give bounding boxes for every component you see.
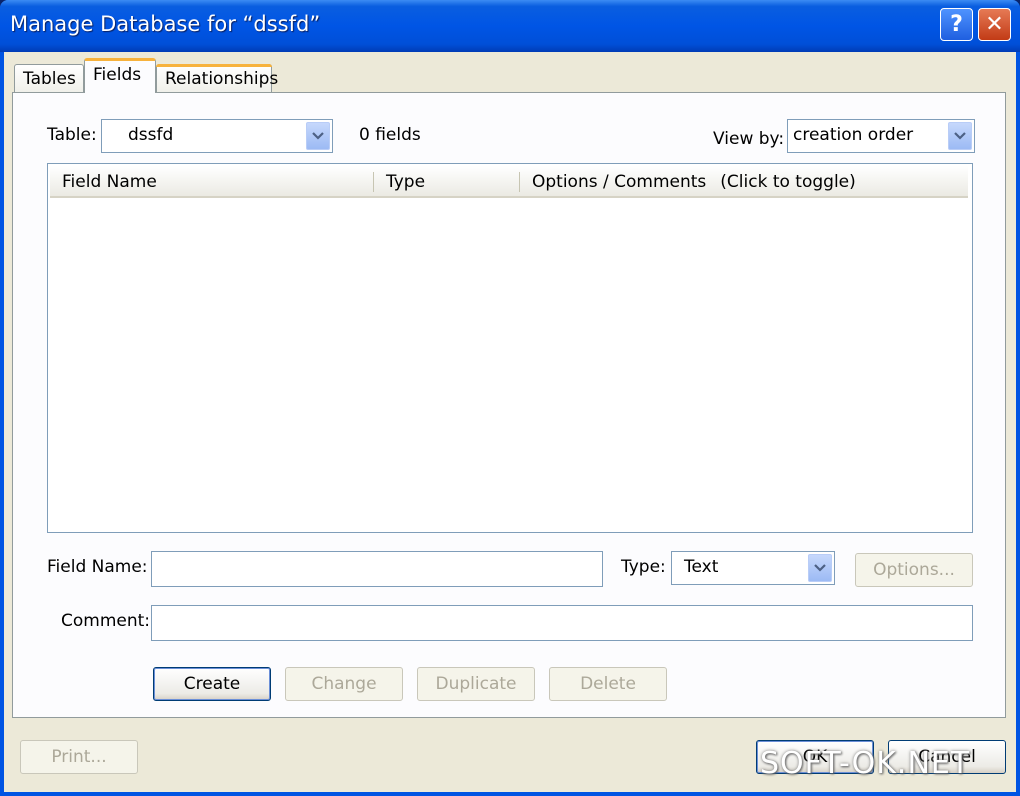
options-button[interactable]: Options... (855, 553, 973, 587)
title-bar[interactable]: Manage Database for “dssfd” ? ✕ (0, 0, 1020, 52)
tab-tables[interactable]: Tables (14, 64, 84, 92)
delete-button[interactable]: Delete (549, 667, 667, 701)
column-header-options-comments[interactable]: Options / Comments (Click to toggle) (520, 166, 968, 198)
field-name-label: Field Name: (47, 557, 148, 577)
column-header-label: Options / Comments (532, 172, 707, 192)
close-icon: ✕ (985, 12, 1004, 37)
column-header-type[interactable]: Type (374, 166, 520, 198)
tab-relationships[interactable]: Relationships (156, 64, 278, 92)
view-by-select[interactable]: creation order (787, 119, 975, 153)
chevron-down-icon[interactable] (808, 554, 832, 582)
view-by-label: View by: (713, 129, 785, 149)
comment-label: Comment: (61, 611, 151, 631)
column-header-label: Field Name (62, 172, 157, 192)
print-button[interactable]: Print... (20, 740, 138, 774)
watermark-text: SOFT-OK.NET (760, 746, 971, 781)
table-select[interactable]: dssfd (101, 119, 333, 153)
change-button[interactable]: Change (285, 667, 403, 701)
close-button[interactable]: ✕ (978, 8, 1011, 41)
table-label: Table: (47, 125, 97, 145)
window-title: Manage Database for “dssfd” (10, 12, 321, 36)
comment-input[interactable] (151, 605, 973, 641)
toggle-hint: (Click to toggle) (720, 172, 856, 192)
table-select-value: dssfd (128, 125, 174, 145)
duplicate-button[interactable]: Duplicate (417, 667, 535, 701)
type-select-value: Text (684, 557, 719, 577)
tab-fields[interactable]: Fields (84, 58, 156, 93)
dialog-window: Manage Database for “dssfd” ? ✕ Tables F… (0, 0, 1020, 796)
fields-tab-panel: Table: dssfd 0 fields View by: creation … (12, 92, 1006, 718)
dialog-client: Tables Fields Relationships Table: dssfd… (4, 52, 1016, 792)
type-label: Type: (621, 557, 666, 577)
chevron-down-icon[interactable] (306, 122, 330, 150)
help-icon: ? (950, 12, 963, 37)
view-by-value: creation order (793, 125, 914, 145)
column-header-field-name[interactable]: Field Name (50, 166, 374, 198)
create-button[interactable]: Create (153, 667, 271, 701)
field-name-input[interactable] (151, 551, 603, 587)
help-button[interactable]: ? (940, 8, 973, 41)
column-header-label: Type (386, 172, 426, 192)
fields-list[interactable]: Field Name Type Options / Comments (Click… (47, 163, 973, 533)
type-select[interactable]: Text (671, 551, 835, 585)
chevron-down-icon[interactable] (948, 122, 972, 150)
field-count: 0 fields (359, 125, 421, 145)
